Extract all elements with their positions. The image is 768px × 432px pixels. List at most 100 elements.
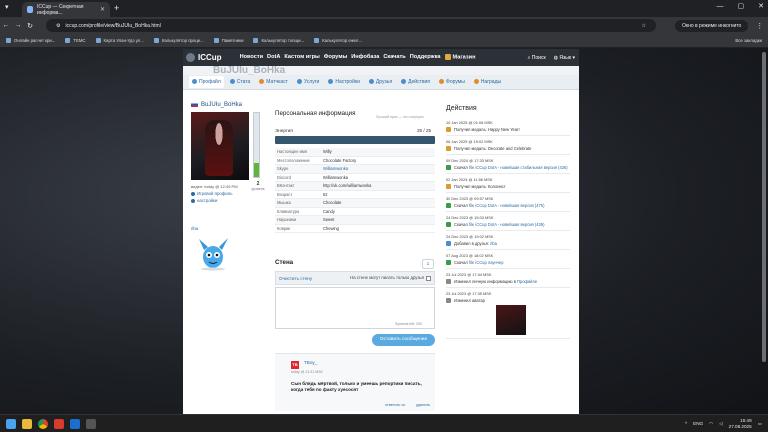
wifi-icon[interactable]: ◠ <box>709 421 713 427</box>
tab-profile[interactable]: Профайл <box>189 76 224 88</box>
nav-item-download[interactable]: Скачать <box>383 54 405 60</box>
site-info-icon[interactable]: ⚙ <box>56 23 60 29</box>
info-value: 52 <box>323 191 328 197</box>
new-avatar-thumbnail[interactable] <box>496 305 526 335</box>
nav-item-custom-games[interactable]: Кастом игры <box>284 54 319 60</box>
menu-icon[interactable]: ⋮ <box>756 22 763 30</box>
post-author-name[interactable]: TBoy_ <box>304 360 317 365</box>
tab-actions[interactable]: Действия <box>398 76 433 88</box>
tab-settings[interactable]: Настройки <box>325 76 363 88</box>
url-field[interactable]: ⚙ iccup.com/profile/view/BuJUIu_BoHka.ht… <box>46 19 656 32</box>
action-description: Скачал <box>454 221 468 227</box>
keyboard-language[interactable]: ENG <box>693 421 703 426</box>
post-text: Сын блядь мёртвой, только и умеешь репор… <box>291 381 422 392</box>
tray-chevron-icon[interactable]: ^ <box>685 421 687 426</box>
site-logo[interactable]: ICCup <box>186 53 222 63</box>
nav-item-forums[interactable]: Форумы <box>324 54 348 60</box>
level-progress-fill <box>254 162 259 177</box>
reload-icon[interactable]: ↻ <box>24 22 36 30</box>
friend-mascot-image[interactable] <box>191 233 236 271</box>
action-link[interactable]: Профайле <box>517 279 537 284</box>
friends-only-option[interactable]: На стене могут писать только друзья <box>350 275 431 281</box>
nav-item-dota[interactable]: DotA <box>267 54 280 60</box>
bookmark-item[interactable]: Калькулятор ежел... <box>314 38 362 44</box>
action-date: 24 Dec 2023 @ 15:03 MSK <box>446 214 494 220</box>
close-window-icon[interactable]: ✕ <box>758 2 764 10</box>
tab-awards[interactable]: Награды <box>471 76 504 88</box>
action-item: 09 Dec 2024 @ 17:33 MSK Скачал file iCCup… <box>446 155 570 174</box>
maximize-icon[interactable]: ▢ <box>738 2 745 10</box>
game-profile-link[interactable]: Игровой профиль <box>191 191 232 196</box>
page-scrollbar[interactable] <box>762 52 766 362</box>
tab-forums[interactable]: Форумы <box>436 76 468 88</box>
minimize-icon[interactable]: — <box>717 3 724 10</box>
calculator-icon[interactable] <box>86 418 96 429</box>
nav-item-support[interactable]: Поддержка <box>410 54 441 60</box>
nav-item-infobase[interactable]: Инфобаза <box>351 54 379 60</box>
bookmark-item[interactable]: Онлайн расчет кри... <box>6 38 55 44</box>
action-text: Скачал file iCCup DotA - новейшая версия… <box>454 222 544 227</box>
action-icon <box>446 146 451 151</box>
site-header: ICCup Новости DotA Кастом игры Форумы Ин… <box>183 49 579 66</box>
action-line: Скачал file iCCup DotA - новейшая версия… <box>446 203 570 208</box>
action-link[interactable]: file iCCup DotA - новейшая стабильная ве… <box>469 165 568 170</box>
info-value: Candy <box>323 208 335 214</box>
bookmark-item[interactable]: Карта Улан-Удэ ул... <box>95 38 144 44</box>
action-link[interactable]: riba <box>490 241 497 246</box>
action-link[interactable]: file iCCup DotA - новейшая версия (439) <box>469 222 544 227</box>
app-icon[interactable] <box>54 418 64 429</box>
tab-friends[interactable]: Друзья <box>366 76 395 88</box>
tab-services[interactable]: Услуги <box>294 76 322 88</box>
notifications-icon[interactable]: ▭ <box>758 421 762 427</box>
action-text: Изменил аватар <box>454 298 485 303</box>
tab-list-icon[interactable]: ▾ <box>5 3 9 11</box>
bookmark-item[interactable]: Калькулятор толщи... <box>253 38 304 44</box>
bookmark-item[interactable]: Памятники <box>213 38 243 44</box>
nav-item-shop[interactable]: Магазин <box>444 54 475 61</box>
settings-link[interactable]: настройки <box>191 198 217 203</box>
incognito-indicator[interactable]: Окно в режиме инкогнито ⋮ <box>675 19 763 32</box>
system-tray: ^ ENG ◠ ◁ 15:49 27.08.2025 ▭ <box>685 415 762 432</box>
bookmark-item[interactable]: TEMC <box>65 38 86 44</box>
friends-only-checkbox[interactable] <box>426 275 431 281</box>
close-tab-icon[interactable]: ✕ <box>100 6 105 13</box>
post-author-avatar[interactable]: TB <box>291 361 299 369</box>
info-row: ВКонтакт http://vk.com/williamwonka <box>275 182 435 191</box>
new-tab-icon[interactable]: + <box>114 3 119 13</box>
nav-item-news[interactable]: Новости <box>240 54 263 60</box>
search-button[interactable]: ⌕ Поиск <box>528 55 546 61</box>
chrome-icon[interactable] <box>38 418 48 429</box>
volume-icon[interactable]: ◁ <box>719 421 723 427</box>
outlook-icon[interactable] <box>70 418 80 429</box>
clear-wall-link[interactable]: Очистить стену <box>279 276 312 281</box>
info-key: Мышка <box>277 200 291 206</box>
avatar <box>191 112 249 180</box>
info-value[interactable]: Williamwonka <box>323 166 348 171</box>
tab-matchcast[interactable]: Матчкаст <box>256 76 291 88</box>
browser-tab[interactable]: ICCup — Секретная информа... ✕ <box>22 2 110 17</box>
bookmark-star-icon[interactable]: ☆ <box>642 23 646 29</box>
file-explorer-icon[interactable] <box>22 418 32 429</box>
action-link[interactable]: file iCCup DotA - новейшая версия (475) <box>469 203 544 208</box>
all-bookmarks-button[interactable]: Все закладки <box>735 38 762 43</box>
symbols-left: Symbols left: 200 <box>395 322 422 326</box>
post-reply-link[interactable]: ответить ос <box>385 403 405 407</box>
tab-stats[interactable]: Стата <box>227 76 254 88</box>
language-button[interactable]: ◍ Язык ▾ <box>554 55 575 61</box>
action-line: Получил медаль: Decorate and Celebrate <box>446 146 570 151</box>
wall-title: Стена <box>275 259 294 266</box>
forward-icon[interactable]: → <box>12 22 24 29</box>
action-date: 07 Aug 2023 @ 18:02 MSK <box>446 252 494 258</box>
friend-name-link[interactable]: riba <box>191 226 198 231</box>
info-key: Наушники <box>277 217 297 223</box>
clock[interactable]: 15:49 27.08.2025 <box>729 418 752 429</box>
action-icon <box>446 222 451 227</box>
back-icon[interactable]: ← <box>0 22 12 29</box>
action-link[interactable]: file iCCup лаунчер <box>469 260 504 265</box>
windows-start-icon[interactable] <box>6 418 16 429</box>
post-message-button[interactable]: Оставить сообщение <box>372 334 435 346</box>
action-date: 23 Jul 2023 @ 17:44 MSK <box>446 271 492 277</box>
post-delete-link[interactable]: удалить <box>416 403 430 407</box>
action-line: Получил медаль: Happy New Year! <box>446 127 570 132</box>
bookmark-item[interactable]: Калькулятор проце... <box>153 38 204 44</box>
